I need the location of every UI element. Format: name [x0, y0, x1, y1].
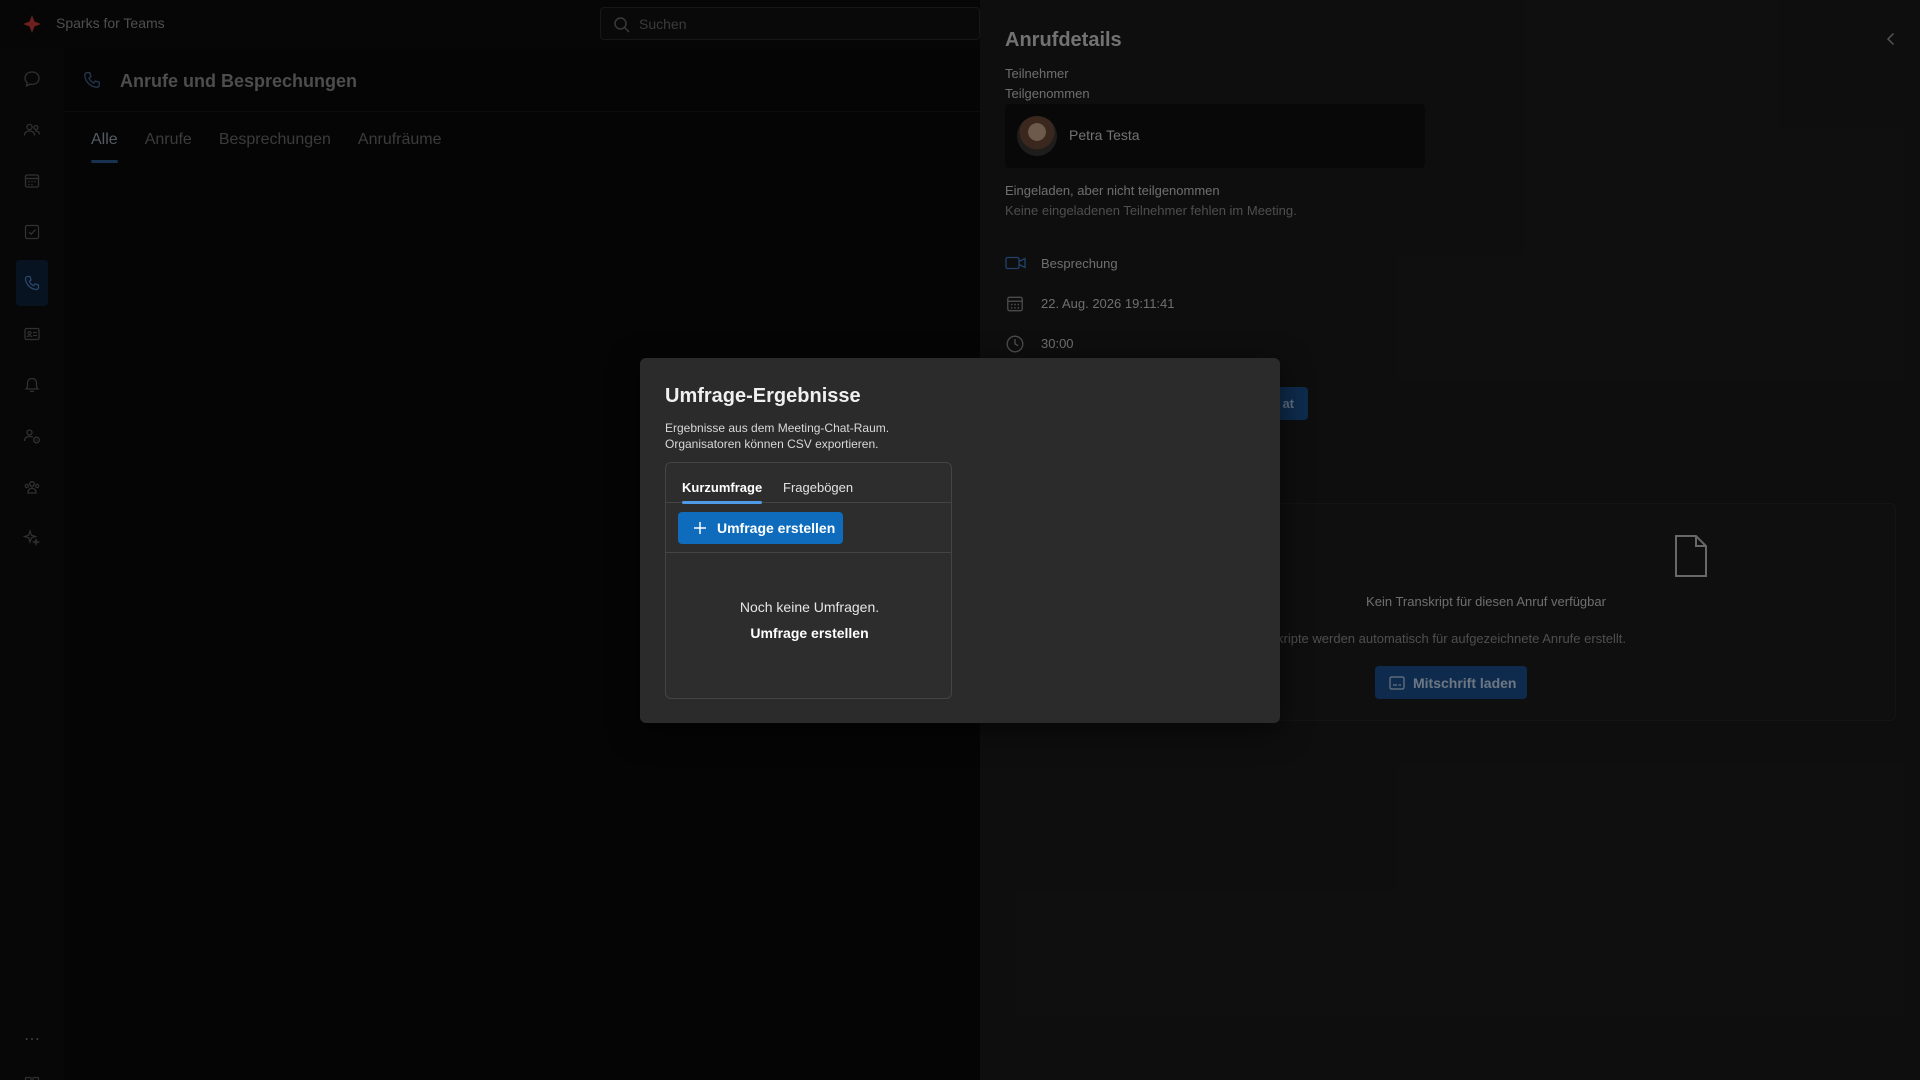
- create-poll-label: Umfrage erstellen: [717, 520, 836, 536]
- app-window: Sparks for Teams Suchen ⋯ Anrufe und Bes…: [0, 0, 1920, 1080]
- poll-tabs: Kurzumfrage Fragebögen: [666, 463, 951, 504]
- poll-results-dialog: Umfrage-Ergebnisse Ergebnisse aus dem Me…: [640, 358, 1280, 723]
- dialog-description-line-2: Organisatoren können CSV exportieren.: [665, 437, 879, 451]
- dialog-description: Ergebnisse aus dem Meeting-Chat-Raum. Or…: [665, 420, 889, 452]
- tab-frageboegen[interactable]: Fragebögen: [783, 480, 853, 504]
- create-poll-button[interactable]: Umfrage erstellen: [678, 512, 843, 544]
- plus-icon: [694, 522, 706, 534]
- dialog-description-line-1: Ergebnisse aus dem Meeting-Chat-Raum.: [665, 421, 890, 435]
- poll-toolbar: Umfrage erstellen: [666, 503, 951, 553]
- dialog-title: Umfrage-Ergebnisse: [665, 385, 861, 407]
- empty-state-text: Noch keine Umfragen.: [739, 599, 880, 615]
- create-poll-link[interactable]: Umfrage erstellen: [666, 625, 951, 641]
- tab-kurzumfrage[interactable]: Kurzumfrage: [682, 480, 763, 504]
- poll-card: Kurzumfrage Fragebögen Umfrage erstellen…: [665, 462, 952, 699]
